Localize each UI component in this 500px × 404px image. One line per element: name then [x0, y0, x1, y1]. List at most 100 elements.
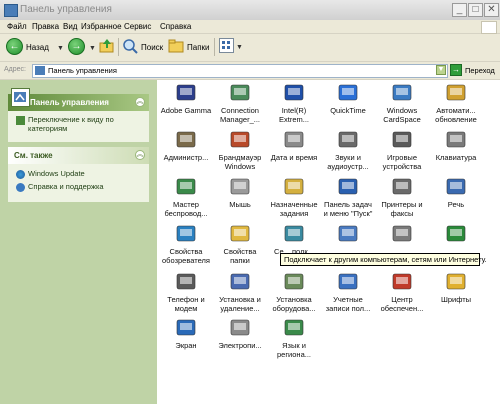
back-label: Назад — [26, 43, 49, 52]
search-label: Поиск — [141, 43, 164, 52]
control-panel-item[interactable]: Телефон и модем — [159, 271, 213, 313]
control-panel-item[interactable]: Назначенные задания — [267, 176, 321, 218]
control-panel-item[interactable]: Электропи... — [213, 317, 267, 350]
address-field[interactable]: Панель управления ▼ — [32, 64, 448, 78]
windows-update-link[interactable]: Windows Update — [16, 169, 85, 179]
control-panel-item[interactable]: Экран — [159, 317, 213, 350]
menu-view[interactable]: Вид — [63, 22, 77, 31]
control-panel-item[interactable]: Дата и время — [267, 129, 321, 162]
control-panel-item[interactable]: Установка и удаление... — [213, 271, 267, 313]
item-label: Шрифты — [440, 295, 472, 304]
joystick-icon — [391, 129, 413, 151]
control-panel-box: Панель управления ︽ Переключение к виду … — [8, 88, 149, 142]
quicktime-icon — [337, 82, 359, 104]
graphics-icon — [283, 82, 305, 104]
user-icon — [337, 223, 359, 245]
collapse-chevron-icon[interactable]: ︽ — [135, 97, 145, 107]
help-support-link[interactable]: Справка и поддержка — [16, 182, 104, 192]
switch-view-label: Переключение к виду по категориям — [28, 115, 114, 133]
control-panel-box-header[interactable]: Панель управления ︽ — [8, 88, 149, 111]
item-label: Назначенные задания — [270, 200, 318, 218]
control-panel-item[interactable]: Автомати... обновление — [429, 82, 483, 124]
search-button[interactable]: Поиск — [122, 38, 164, 56]
control-panel-item[interactable]: Мастер беспровод... — [159, 176, 213, 218]
control-panel-item[interactable]: Принтеры и факсы — [375, 176, 429, 218]
control-panel-item[interactable]: Язык и региона... — [267, 317, 321, 359]
item-label: Брандмауэр Windows — [218, 153, 262, 171]
windows-logo-icon — [481, 21, 497, 34]
close-button[interactable]: ✕ — [484, 3, 499, 17]
menu-help[interactable]: Справка — [160, 22, 191, 31]
views-dropdown-icon[interactable]: ▼ — [236, 44, 243, 51]
control-panel-icon — [35, 66, 45, 75]
control-panel-item[interactable]: Игровые устройства — [375, 129, 429, 171]
control-panel-item[interactable]: Учетные записи пол... — [321, 271, 375, 313]
control-panel-item[interactable]: Connection Manager_... — [213, 82, 267, 124]
item-label: Центр обеспечен... — [380, 295, 424, 313]
speaker-icon — [337, 129, 359, 151]
keyboard-icon — [445, 129, 467, 151]
admin-tools-icon — [175, 129, 197, 151]
control-panel-item[interactable]: Брандмауэр Windows — [213, 129, 267, 171]
switch-category-view-link[interactable]: Переключение к виду по категориям — [16, 115, 144, 133]
control-panel-item[interactable]: Речь — [429, 176, 483, 209]
go-label[interactable]: Переход — [465, 66, 495, 75]
control-panel-item[interactable] — [429, 223, 483, 247]
menu-edit[interactable]: Правка — [32, 22, 59, 31]
control-panel-item[interactable]: Центр обеспечен... — [375, 271, 429, 313]
control-panel-item[interactable] — [375, 223, 429, 247]
wireless-icon — [175, 176, 197, 198]
see-also-header[interactable]: См. также ︽ — [8, 147, 149, 164]
control-panel-item[interactable]: Установка оборудова... — [267, 271, 321, 313]
see-also-box: См. также ︽ Windows Update Справка и под… — [8, 147, 149, 202]
back-dropdown-icon[interactable]: ▼ — [57, 45, 64, 52]
item-label: QuickTime — [330, 106, 366, 115]
control-panel-item[interactable]: Intel(R) Extrem... — [267, 82, 321, 124]
menu-tools[interactable]: Сервис — [124, 22, 151, 31]
control-panel-item[interactable] — [321, 223, 375, 247]
go-button[interactable]: → — [450, 64, 462, 76]
minimize-button[interactable]: _ — [452, 3, 467, 17]
control-panel-item[interactable]: Свойства папки — [213, 223, 267, 265]
forward-dropdown-icon[interactable]: ▼ — [89, 45, 96, 52]
windows-update-label: Windows Update — [28, 169, 85, 178]
control-panel-item[interactable]: Се... подк... — [267, 223, 321, 256]
folders-icon — [168, 39, 184, 53]
control-panel-item[interactable]: Клавиатура — [429, 129, 483, 162]
toolbar-separator — [118, 38, 119, 56]
close-icon: ✕ — [487, 4, 496, 15]
item-label: Connection Manager_... — [219, 106, 261, 124]
control-panel-item[interactable]: Администр... — [159, 129, 213, 162]
control-panel-item[interactable]: Звуки и аудиоустр... — [321, 129, 375, 171]
control-panel-item[interactable]: QuickTime — [321, 82, 375, 115]
autoupdate-icon — [445, 82, 467, 104]
item-label: Установка и удаление... — [219, 295, 261, 313]
minimize-icon: _ — [456, 4, 463, 15]
control-panel-item[interactable]: Панель задач и меню "Пуск" — [321, 176, 375, 218]
item-label: Игровые устройства — [382, 153, 422, 171]
cardspace-icon — [391, 82, 413, 104]
item-label: Мышь — [229, 200, 251, 209]
control-panel-item[interactable]: Мышь — [213, 176, 267, 209]
menu-favorites[interactable]: Избранное — [81, 22, 122, 31]
back-arrow-icon: ← — [6, 38, 23, 55]
collapse-chevron-icon[interactable]: ︽ — [135, 150, 145, 160]
up-folder-button[interactable] — [99, 38, 115, 54]
address-value: Панель управления — [48, 66, 117, 75]
control-panel-item[interactable]: Adobe Gamma — [159, 82, 213, 115]
item-label: Телефон и модем — [167, 295, 205, 313]
address-bar: Адрес: Панель управления ▼ → Переход — [0, 62, 500, 80]
address-dropdown-icon[interactable]: ▼ — [436, 65, 446, 75]
menu-bar: Файл Правка Вид Избранное Сервис Справка — [0, 20, 500, 34]
item-label: Windows CardSpace — [383, 106, 421, 124]
control-panel-item[interactable]: Свойства обозревателя — [159, 223, 213, 265]
control-panel-item[interactable]: Шрифты — [429, 271, 483, 304]
item-label: Установка оборудова... — [272, 295, 316, 313]
menu-file[interactable]: Файл — [7, 22, 27, 31]
control-panel-item[interactable]: Windows CardSpace — [375, 82, 429, 124]
maximize-button[interactable]: □ — [468, 3, 483, 17]
control-panel-icon — [4, 4, 18, 17]
views-button[interactable] — [219, 38, 234, 53]
folders-button[interactable]: Папки — [168, 38, 213, 56]
window-title: Панель управления — [20, 4, 112, 15]
